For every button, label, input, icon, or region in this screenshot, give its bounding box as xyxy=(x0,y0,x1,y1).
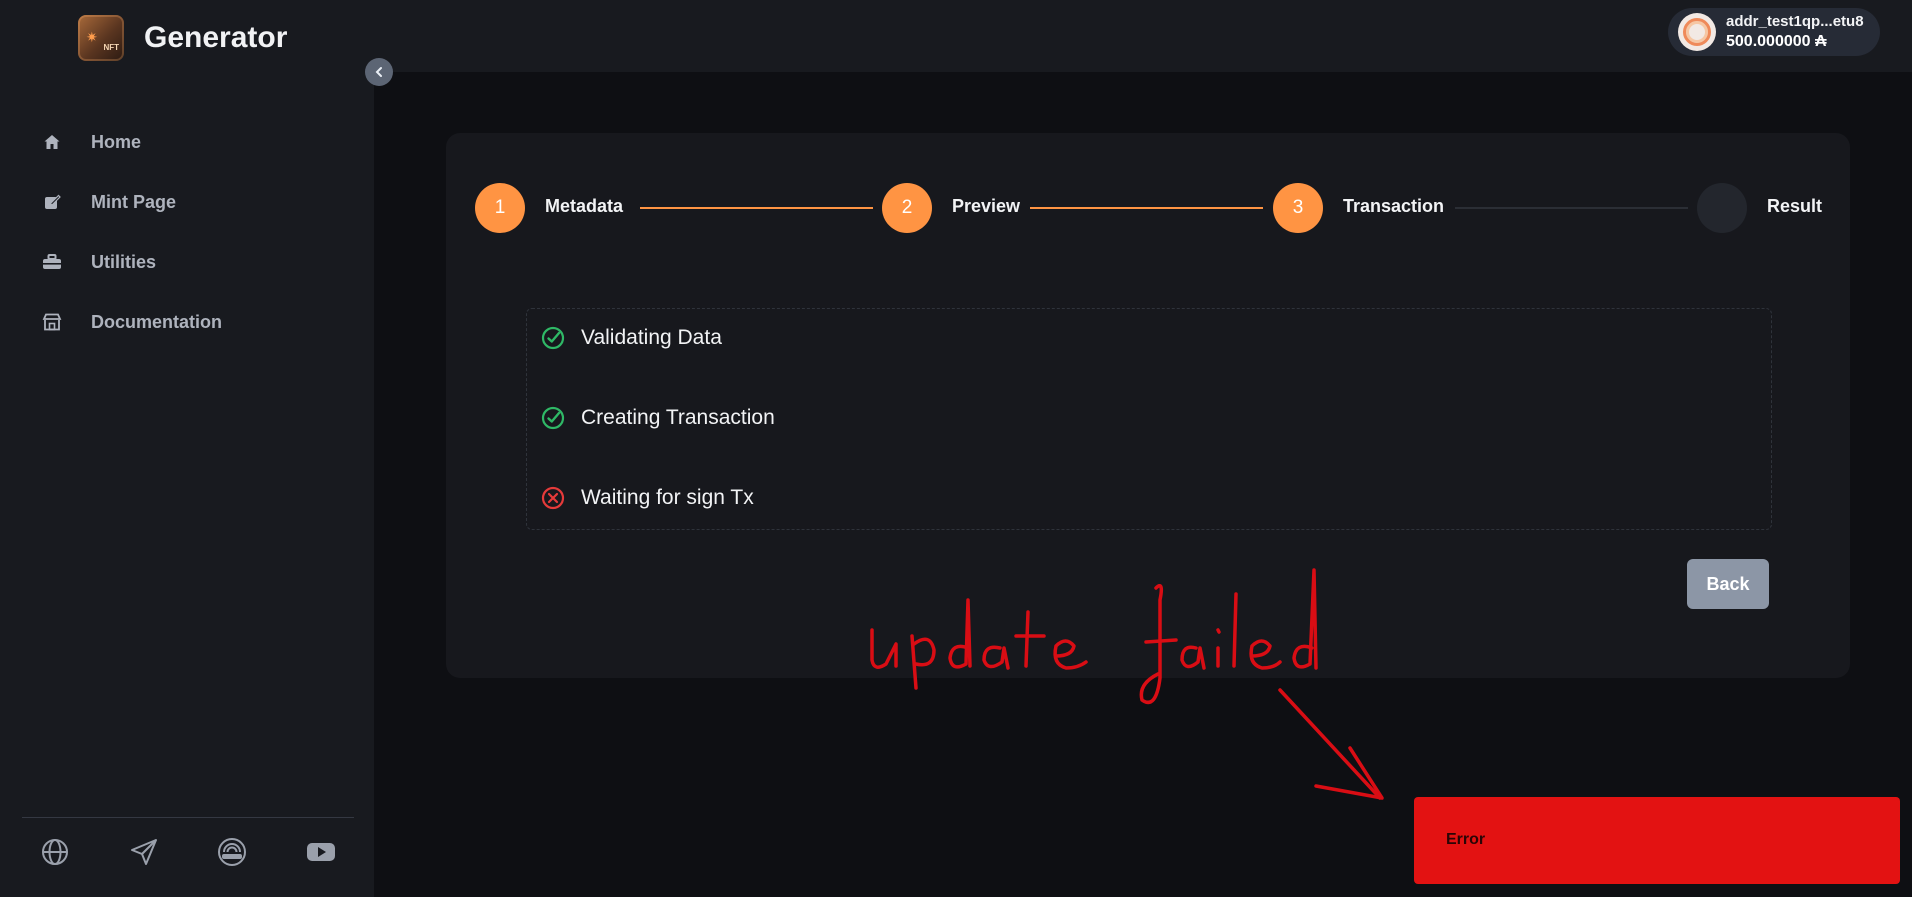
logo-text: NFT xyxy=(103,43,119,52)
social-links xyxy=(38,835,338,869)
tx-step-validating: Validating Data xyxy=(541,325,722,351)
tx-step-label: Creating Transaction xyxy=(581,406,775,429)
send-icon[interactable] xyxy=(127,835,161,869)
brand[interactable]: ✷ NFT Generator xyxy=(78,15,287,61)
chevron-left-icon xyxy=(375,67,382,77)
tx-step-waiting-sign: Waiting for sign Tx xyxy=(541,485,754,511)
step-4-label: Result xyxy=(1767,196,1823,216)
sidebar: ✷ NFT Generator Home Mint Page Utilities xyxy=(0,0,374,897)
wallet-button[interactable]: addr_test1qp...etu8 500.000000 ₳ xyxy=(1668,8,1880,56)
sidebar-item-home[interactable]: Home xyxy=(40,112,222,172)
sidebar-item-label: Documentation xyxy=(91,311,223,332)
error-toast[interactable]: Error xyxy=(1414,797,1900,884)
step-3-label: Transaction xyxy=(1343,196,1445,216)
sidebar-item-mint-page[interactable]: Mint Page xyxy=(40,172,222,232)
mint-icon xyxy=(40,190,64,214)
step-4-circle xyxy=(1697,183,1747,233)
check-circle-icon xyxy=(541,405,567,431)
check-circle-icon xyxy=(541,325,567,351)
sidebar-item-label: Utilities xyxy=(91,251,157,272)
step-connector-1 xyxy=(640,207,873,209)
handwritten-annotation xyxy=(870,568,1384,800)
collapse-sidebar-button[interactable] xyxy=(365,58,393,86)
wallet-address: addr_test1qp...etu8 xyxy=(1726,13,1864,30)
sidebar-divider xyxy=(22,817,354,818)
home-icon xyxy=(40,130,64,154)
signal-icon[interactable] xyxy=(215,835,249,869)
tx-step-creating: Creating Transaction xyxy=(541,405,775,431)
app-title: Generator xyxy=(144,21,288,54)
wallet-balance: 500.000000 ₳ xyxy=(1726,33,1827,50)
store-icon xyxy=(40,310,64,334)
step-2-label: Preview xyxy=(952,196,1021,216)
globe-icon[interactable] xyxy=(38,835,72,869)
step-1-circle: 1 xyxy=(475,183,525,233)
step-connector-2 xyxy=(1030,207,1263,209)
sidebar-item-label: Mint Page xyxy=(91,191,177,212)
sidebar-item-utilities[interactable]: Utilities xyxy=(40,232,222,292)
step-3-circle: 3 xyxy=(1273,183,1323,233)
x-circle-icon xyxy=(541,485,567,511)
youtube-icon[interactable] xyxy=(304,835,338,869)
nft-cube-logo: ✷ NFT xyxy=(78,15,124,61)
toast-message: Error xyxy=(1446,831,1486,848)
step-1-label: Metadata xyxy=(545,196,624,216)
sidebar-nav: Home Mint Page Utilities Documentation xyxy=(40,112,222,352)
toolbox-icon xyxy=(40,250,64,274)
back-button[interactable]: Back xyxy=(1687,559,1769,609)
sidebar-item-label: Home xyxy=(91,131,142,152)
wallet-avatar xyxy=(1678,13,1716,51)
step-2-circle: 2 xyxy=(882,183,932,233)
step-connector-3 xyxy=(1455,207,1688,209)
sidebar-item-documentation[interactable]: Documentation xyxy=(40,292,222,352)
tx-step-label: Waiting for sign Tx xyxy=(581,486,754,509)
tx-step-label: Validating Data xyxy=(581,326,722,349)
